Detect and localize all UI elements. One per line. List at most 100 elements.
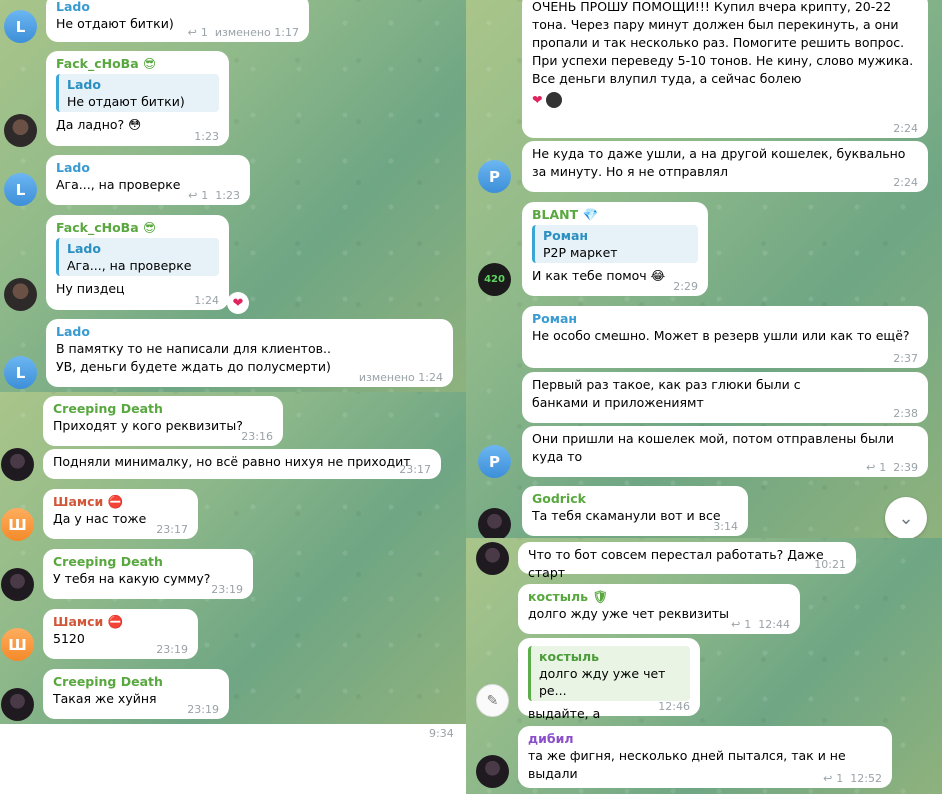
message-bubble[interactable]: Fack_cHoBa 😎 Lado Не отдают битки) Да лад… [46, 51, 229, 146]
sender-name[interactable]: Lado [56, 323, 443, 340]
chat-panel-2: Creeping Death Приходят у кого реквизиты… [0, 392, 466, 724]
forward-icon: ↩ [823, 772, 833, 785]
message-bubble[interactable]: BLANT 💎 Роман P2P маркет И как тебе помоч… [522, 202, 708, 296]
sender-name[interactable]: BLANT 💎 [532, 206, 698, 223]
avatar[interactable]: L [4, 173, 37, 206]
avatar[interactable]: Р [478, 160, 511, 193]
sender-name-text: Шамси [53, 614, 104, 629]
scroll-down-button[interactable]: ⌄ [885, 497, 927, 538]
message-bubble[interactable]: ОЧЕНЬ ПРОШУ ПОМОЩИ!!! Купил вчера крипту… [522, 0, 928, 138]
avatar[interactable]: Р [478, 445, 511, 478]
message-time: изменено 1:24 [358, 371, 443, 384]
no-entry-emoji-icon: ⛔ [107, 494, 124, 509]
forward-count: 1 [836, 772, 844, 785]
avatar[interactable]: L [4, 10, 37, 43]
message-bubble[interactable]: Не куда то даже ушли, а на другой кошеле… [522, 141, 928, 192]
forward-count: 1 [879, 461, 887, 474]
avatar[interactable] [1, 688, 34, 721]
sunglasses-emoji-icon: 😎 [143, 220, 157, 235]
avatar[interactable]: Ш [1, 508, 34, 541]
message-time: 23:19 [187, 703, 219, 716]
message-bubble[interactable]: Fack_cHoBa 😎 Lado Ага..., на проверке Ну … [46, 215, 229, 310]
avatar[interactable]: 420 [478, 263, 511, 296]
message-bubble[interactable]: Шамси ⛔ Да у нас тоже 23:17 [43, 489, 198, 539]
message-time: 1:23 [194, 130, 219, 143]
avatar[interactable]: Ш [1, 628, 34, 661]
message-time: 2:39 [893, 461, 918, 474]
message-text: Не особо смешно. Может в резерв ушли или… [532, 328, 910, 343]
avatar[interactable] [476, 755, 509, 788]
heart-reaction-icon[interactable]: ❤ [532, 92, 542, 108]
message-bubble[interactable]: Lado Не отдают битки) ↩ 1 изменено 1:17 [46, 0, 309, 42]
message-bubble[interactable]: Creeping Death У тебя на какую сумму? 23… [43, 549, 253, 599]
message-time: 23:17 [156, 523, 188, 536]
message-bubble[interactable]: Lado В памятку то не написали для клиент… [46, 319, 453, 387]
message-bubble[interactable]: Подняли минималку, но всё равно нихуя не… [43, 449, 441, 479]
message-text: И как тебе помоч [532, 268, 647, 283]
message-bubble[interactable]: Они пришли на кошелек мой, потом отправл… [522, 426, 928, 477]
message-bubble[interactable]: костыль долго жду уже чет ре... выдайте, … [518, 638, 700, 721]
chat-panel-3: ОЧЕНЬ ПРОШУ ПОМОЩИ!!! Купил вчера крипту… [466, 0, 942, 538]
sender-name[interactable]: Creeping Death [53, 400, 273, 417]
sender-name[interactable]: Шамси ⛔ [53, 493, 188, 510]
message-bubble[interactable]: Роман Не особо смешно. Может в резерв уш… [522, 306, 928, 368]
heart-reaction-icon[interactable]: ❤ [227, 292, 249, 314]
sender-name[interactable]: Fack_cHoBa 😎 [56, 55, 219, 72]
quote-name: Роман [543, 228, 589, 243]
sender-name[interactable]: Шамси ⛔ [53, 613, 188, 630]
avatar[interactable] [478, 508, 511, 538]
sender-name[interactable]: Fack_cHoBa 😎 [56, 219, 219, 236]
quote-text: Не отдают битки) [67, 94, 185, 109]
sender-name[interactable]: Godrick [532, 490, 738, 507]
message-text: Что то бот совсем перестал работать? Даж… [528, 547, 824, 580]
message-time: 2:24 [893, 122, 918, 135]
avatar[interactable] [4, 278, 37, 311]
reply-quote[interactable]: Lado Ага..., на проверке [56, 238, 219, 276]
message-bubble[interactable]: дибил та же фигня, несколько дней пыталс… [518, 726, 892, 788]
sender-name[interactable]: Lado [56, 0, 299, 15]
sender-name[interactable]: Creeping Death [53, 673, 219, 690]
forward-count: 1 [200, 26, 208, 39]
message-meta: ↩ 1 12:44 [731, 618, 790, 631]
message-time: 2:24 [893, 176, 918, 189]
sender-name[interactable]: Lado [56, 159, 240, 176]
chat-panel-4: Что то бот совсем перестал работать? Даж… [466, 538, 942, 794]
reply-quote[interactable]: костыль долго жду уже чет ре... [528, 646, 690, 701]
shield-emoji-icon: 🛡 [592, 589, 609, 604]
sender-name-text: Шамси [53, 494, 104, 509]
message-time: 23:16 [241, 430, 273, 443]
sender-name[interactable]: Creeping Death [53, 553, 243, 570]
message-bubble[interactable]: костыль 🛡 долго жду уже чет реквизиты ↩ 1… [518, 584, 800, 634]
message-bubble[interactable]: Шамси ⛔ 5120 23:19 [43, 609, 198, 659]
reply-quote[interactable]: Роман P2P маркет [532, 225, 698, 263]
message-bubble[interactable]: Что то бот совсем перестал работать? Даж… [518, 542, 856, 580]
message-text: Да ладно? [56, 117, 125, 132]
avatar[interactable] [4, 114, 37, 147]
reply-quote[interactable]: Lado Не отдают битки) [56, 74, 219, 112]
message-bubble[interactable]: Первый раз такое, как раз глюки были с б… [522, 372, 928, 423]
message-bubble[interactable]: Creeping Death Такая же хуйня 23:19 [43, 669, 229, 719]
diamond-emoji-icon: 💎 [582, 207, 599, 222]
sender-name-text: Fack_cHoBa [56, 220, 139, 235]
avatar[interactable]: ✎ [476, 684, 509, 717]
reactions[interactable]: ❤ [532, 92, 918, 108]
message-time: 23:19 [211, 583, 243, 596]
message-text: Приходят у кого реквизиты? [53, 418, 243, 433]
avatar[interactable]: L [4, 356, 37, 389]
sender-name[interactable]: дибил [528, 730, 882, 747]
reaction-avatar [546, 92, 563, 108]
message-text: ОЧЕНЬ ПРОШУ ПОМОЩИ!!! Купил вчера крипту… [532, 0, 914, 86]
sender-name-text: BLANT [532, 207, 579, 222]
quote-name: Lado [67, 77, 101, 92]
avatar[interactable] [1, 448, 34, 481]
quote-text: долго жду уже чет ре... [539, 666, 666, 698]
avatar[interactable] [1, 568, 34, 601]
message-meta: ↩ 1 2:39 [866, 461, 918, 474]
sender-name[interactable]: костыль 🛡 [528, 588, 790, 605]
message-bubble[interactable]: Lado Ага..., на проверке ↩ 1 1:23 [46, 155, 250, 205]
message-time: 2:29 [673, 280, 698, 293]
avatar[interactable] [476, 542, 509, 575]
message-bubble[interactable]: Creeping Death Приходят у кого реквизиты… [43, 396, 283, 446]
message-bubble[interactable]: Godrick Та тебя скаманули вот и все 3:14 [522, 486, 748, 536]
sender-name[interactable]: Роман [532, 310, 918, 327]
